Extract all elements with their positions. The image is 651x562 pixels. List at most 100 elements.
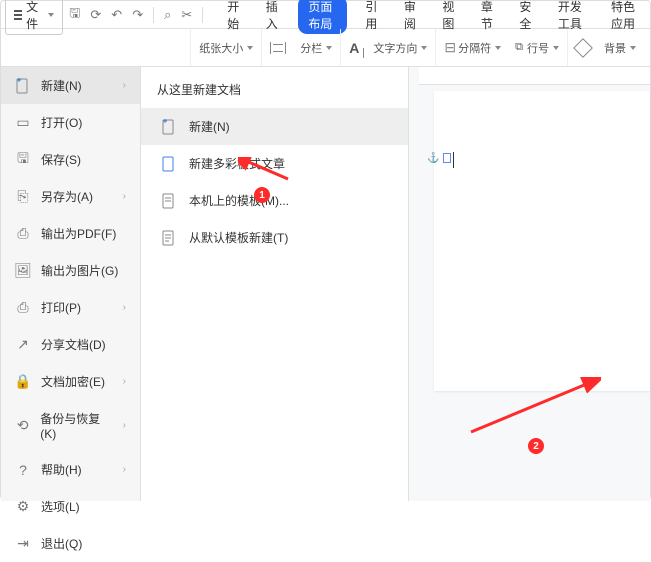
separator <box>153 7 154 23</box>
sidebar-item-save[interactable]: 🖫 保存(S) <box>1 141 140 178</box>
text-direction-label-dropdown[interactable]: 文字方向 <box>373 40 427 56</box>
help-icon: ? <box>15 462 31 478</box>
sidebar-item-label: 保存(S) <box>41 151 81 168</box>
note-icon <box>443 153 451 163</box>
background-label-dropdown[interactable]: 背景 <box>604 40 636 56</box>
text-direction-dropdown[interactable]: A <box>349 40 359 56</box>
sidebar-item-new[interactable]: 新建(N) › <box>1 67 140 104</box>
hamburger-icon <box>14 14 22 16</box>
lock-icon: 🔒 <box>15 374 31 390</box>
sidebar-item-open[interactable]: ▭ 打开(O) <box>1 104 140 141</box>
chevron-down-icon <box>247 46 253 50</box>
default-template-icon <box>161 230 177 246</box>
file-menu-sidebar: 新建(N) › ▭ 打开(O) 🖫 保存(S) ⎘ 另存为(A) › ⎙ 输出为… <box>1 67 141 501</box>
line-number-dropdown[interactable]: ⧉ 行号 <box>515 40 559 56</box>
submenu-item-default-template[interactable]: 从默认模板新建(T) <box>141 219 408 256</box>
text-cursor <box>453 152 454 168</box>
sidebar-item-label: 文档加密(E) <box>41 373 105 390</box>
sidebar-item-label: 输出为图片(G) <box>41 262 118 279</box>
text-direction-icon: A <box>349 40 359 56</box>
search-icon[interactable]: ⌕ <box>164 7 171 23</box>
chevron-right-icon: › <box>123 420 126 431</box>
sidebar-item-help[interactable]: ? 帮助(H) › <box>1 451 140 488</box>
sidebar-item-saveas[interactable]: ⎘ 另存为(A) › <box>1 178 140 215</box>
chevron-right-icon: › <box>123 302 126 313</box>
chevron-right-icon: › <box>123 191 126 202</box>
submenu-item-blank[interactable]: 新建(N) <box>141 108 408 145</box>
save-icon: 🖫 <box>15 152 31 168</box>
top-bar: 文件 🖫 ⟳ ↶ ↷ ⌕ ✂ 开始 插入 页面布局 引用 审阅 视图 章节 安全… <box>1 1 650 29</box>
quick-access-toolbar: 🖫 ⟳ ↶ ↷ ⌕ ✂ <box>69 4 203 26</box>
sidebar-item-share[interactable]: ↗ 分享文档(D) <box>1 326 140 363</box>
paper-size-label: 纸张大小 <box>199 40 243 56</box>
saveas-icon: ⎘ <box>15 189 31 205</box>
submenu-item-label: 本机上的模板(M)... <box>189 192 289 209</box>
template-icon <box>161 193 177 209</box>
sidebar-item-backup[interactable]: ⟲ 备份与恢复(K) › <box>1 400 140 451</box>
document-canvas[interactable]: ⚓ <box>409 67 650 501</box>
background-label: 背景 <box>604 40 626 56</box>
submenu-item-label: 新建多彩板式文章 <box>189 155 285 172</box>
section-break-label: 分隔符 <box>458 40 491 56</box>
columns-dropdown[interactable] <box>270 42 286 54</box>
submenu-item-local-template[interactable]: 本机上的模板(M)... <box>141 182 408 219</box>
sidebar-item-options[interactable]: ⚙ 选项(L) <box>1 488 140 525</box>
chevron-down-icon <box>553 46 559 50</box>
submenu-item-colorful[interactable]: 新建多彩板式文章 <box>141 145 408 182</box>
image-icon: 🖼 <box>15 263 31 279</box>
chevron-down-icon <box>630 46 636 50</box>
sidebar-item-label: 打开(O) <box>41 114 82 131</box>
ribbon-controls: 纸张大小 分栏 A 文字方向 ⊟ 分隔符 ⧉ 行号 背景 <box>1 29 650 67</box>
line-number-label: 行号 <box>527 40 549 56</box>
share-icon: ↗ <box>15 337 31 353</box>
new-doc-icon <box>15 78 31 94</box>
chevron-down-icon <box>495 46 501 50</box>
anchor-icon: ⚓ <box>427 153 439 164</box>
annotation-badge-2: 2 <box>528 438 544 454</box>
background-dropdown[interactable] <box>576 41 590 55</box>
sidebar-item-label: 分享文档(D) <box>41 336 106 353</box>
page[interactable] <box>434 91 650 391</box>
sidebar-item-exit[interactable]: ⇥ 退出(Q) <box>1 525 140 562</box>
section-break-dropdown[interactable]: ⊟ 分隔符 <box>444 39 501 56</box>
sidebar-item-label: 选项(L) <box>41 498 80 515</box>
sidebar-item-pdf[interactable]: ⎙ 输出为PDF(F) <box>1 215 140 252</box>
columns-label-dropdown[interactable]: 分栏 <box>300 40 332 56</box>
new-doc-submenu: 从这里新建文档 新建(N) 新建多彩板式文章 本机上的模板(M)... 从默认模… <box>141 67 409 501</box>
sidebar-item-image[interactable]: 🖼 输出为图片(G) <box>1 252 140 289</box>
new-doc-icon <box>161 119 177 135</box>
annotation-badge-2-text: 2 <box>533 441 539 452</box>
sidebar-item-label: 退出(Q) <box>41 535 82 552</box>
sidebar-item-print[interactable]: ⎙ 打印(P) › <box>1 289 140 326</box>
sidebar-item-label: 备份与恢复(K) <box>40 410 112 441</box>
cut-icon[interactable]: ✂ <box>181 7 192 23</box>
refresh-icon[interactable]: ⟳ <box>90 7 101 23</box>
submenu-item-label: 新建(N) <box>189 118 230 135</box>
sidebar-item-label: 打印(P) <box>41 299 81 316</box>
submenu-item-label: 从默认模板新建(T) <box>189 229 288 246</box>
redo-icon[interactable]: ↷ <box>132 7 143 23</box>
text-direction-label: 文字方向 <box>373 40 417 56</box>
sidebar-item-label: 新建(N) <box>41 77 82 94</box>
chevron-right-icon: › <box>123 376 126 387</box>
columns-icon <box>270 42 286 54</box>
sidebar-item-encrypt[interactable]: 🔒 文档加密(E) › <box>1 363 140 400</box>
section-break-icon: ⊟ <box>444 39 454 56</box>
print-icon: ⎙ <box>15 300 31 316</box>
paper-size-dropdown[interactable]: 纸张大小 <box>199 40 253 56</box>
sidebar-item-label: 输出为PDF(F) <box>41 225 116 242</box>
save-quick-icon[interactable]: 🖫 <box>69 4 80 26</box>
main-area: 新建(N) › ▭ 打开(O) 🖫 保存(S) ⎘ 另存为(A) › ⎙ 输出为… <box>1 67 650 501</box>
gear-icon: ⚙ <box>15 499 31 515</box>
sidebar-item-label: 另存为(A) <box>41 188 93 205</box>
chevron-down-icon <box>421 46 427 50</box>
pdf-icon: ⎙ <box>15 226 31 242</box>
undo-icon[interactable]: ↶ <box>111 7 122 23</box>
file-menu-label: 文件 <box>26 0 42 32</box>
line-number-icon: ⧉ <box>515 41 523 54</box>
sidebar-item-label: 帮助(H) <box>41 461 82 478</box>
background-icon <box>573 38 593 58</box>
folder-icon: ▭ <box>15 115 31 131</box>
chevron-down-icon <box>326 46 332 50</box>
annotation-badge-1: 1 <box>254 187 270 203</box>
